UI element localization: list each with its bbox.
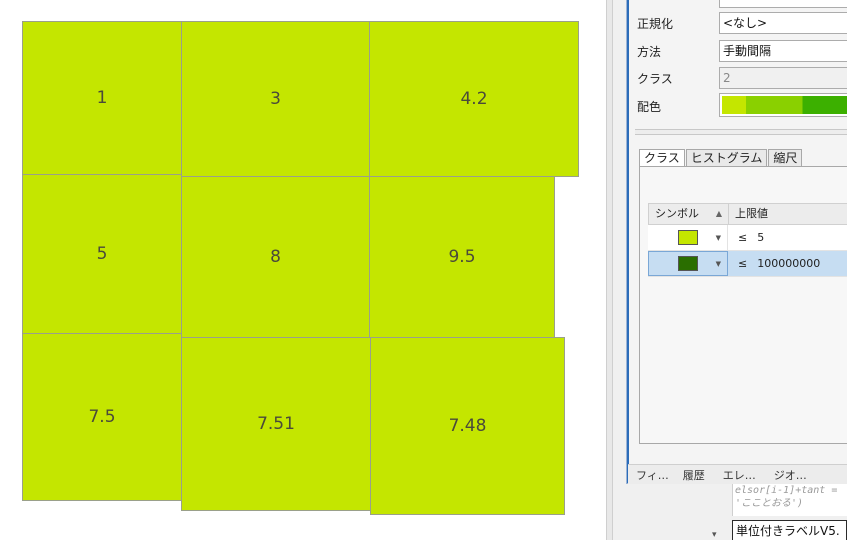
dock-tab-features[interactable]: フィ… — [636, 467, 669, 483]
map-polygon[interactable]: 1 — [22, 21, 182, 175]
upper-value-cell[interactable]: ≤ 5 — [728, 225, 764, 250]
class-table: シンボル ▲ 上限値 ▼ ≤ 5 ▼ ≤ 100000000 — [648, 203, 847, 277]
map-polygon[interactable]: 7.51 — [181, 337, 371, 511]
tab-scale[interactable]: 縮尺 — [768, 149, 803, 167]
color-scheme-label: 配色 — [637, 99, 662, 114]
map-polygon[interactable]: 9.5 — [369, 176, 555, 338]
color-ramp-preview — [722, 96, 847, 114]
tab-histogram[interactable]: ヒストグラム — [685, 149, 768, 167]
classes-tab-content: シンボル ▲ 上限値 ▼ ≤ 5 ▼ ≤ 100000000 — [639, 166, 847, 444]
classes-input[interactable]: 2 — [719, 67, 847, 89]
symbol-cell[interactable]: ▼ — [648, 251, 728, 276]
table-row[interactable]: ▼ ≤ 100000000 — [648, 251, 847, 277]
column-header-symbol[interactable]: シンボル ▲ — [649, 204, 729, 224]
sort-up-icon: ▲ — [715, 209, 722, 218]
map-polygon[interactable]: 8 — [181, 176, 370, 338]
chevron-down-icon[interactable]: ▾ — [712, 530, 717, 540]
symbology-pane: 正規化 <なし> 方法 手動間隔 クラス 2 配色 クラス ヒストグラム 縮尺 — [626, 0, 847, 484]
map-polygon[interactable]: 3 — [181, 21, 370, 177]
code-line: elsor[i-1]+tant = — [735, 485, 838, 496]
map-polygon[interactable]: 7.5 — [22, 333, 182, 501]
expression-editor[interactable]: elsor[i-1]+tant = 'こことおる') — [732, 484, 847, 516]
method-row: 方法 — [637, 40, 719, 62]
polygon-label: 4.2 — [460, 89, 488, 109]
section-splitter[interactable] — [635, 129, 847, 135]
dock-tab-strip: フィ… 履歴 エレ… ジオ… — [628, 464, 847, 484]
method-label: 方法 — [637, 44, 662, 59]
polygon-label: 8 — [270, 247, 281, 267]
map-polygon[interactable]: 4.2 — [369, 21, 579, 177]
classes-label: クラス — [637, 71, 673, 86]
less-equal-sign: ≤ — [738, 231, 748, 244]
dropdown-arrow-icon[interactable]: ▼ — [716, 234, 721, 242]
polygon-label: 7.51 — [257, 414, 295, 434]
upper-value: 100000000 — [757, 257, 821, 270]
column-header-symbol-label: シンボル — [655, 207, 699, 220]
symbol-cell[interactable]: ▼ — [648, 225, 728, 250]
method-select[interactable]: 手動間隔 — [719, 40, 847, 62]
polygon-label: 7.48 — [448, 416, 487, 436]
dock-tab-elements[interactable]: エレ… — [723, 467, 756, 483]
less-equal-sign: ≤ — [738, 257, 748, 270]
polygon-label: 7.5 — [88, 407, 116, 427]
pane-splitter[interactable] — [606, 0, 613, 540]
color-scheme-select[interactable] — [719, 93, 847, 117]
dropdown-arrow-icon[interactable]: ▼ — [716, 260, 721, 268]
symbology-pane-body: 正規化 <なし> 方法 手動間隔 クラス 2 配色 クラス ヒストグラム 縮尺 — [627, 0, 847, 483]
upper-value-cell[interactable]: ≤ 100000000 — [728, 251, 820, 276]
upper-value: 5 — [757, 231, 765, 244]
code-line: 'こことおる') — [735, 498, 804, 509]
class-table-header: シンボル ▲ 上限値 — [648, 203, 847, 225]
map-polygon[interactable]: 7.48 — [370, 337, 565, 515]
polygon-label: 3 — [270, 89, 281, 109]
polygon-label: 5 — [96, 244, 108, 264]
polygon-label: 9.5 — [448, 247, 476, 267]
polygon-label: 1 — [96, 88, 108, 108]
symbol-swatch[interactable] — [678, 256, 698, 271]
table-row[interactable]: ▼ ≤ 5 — [648, 225, 847, 251]
map-polygon[interactable]: 5 — [22, 174, 182, 334]
column-header-upper-value[interactable]: 上限値 — [729, 204, 847, 224]
symbology-tabs: クラス ヒストグラム 縮尺 — [639, 149, 803, 168]
label-class-field[interactable]: 単位付きラベルV5. — [732, 520, 847, 540]
map-view[interactable]: 1 3 4.2 5 8 9.5 7.5 7.51 7.48 — [0, 0, 606, 540]
top-field[interactable] — [719, 0, 847, 8]
dock-tab-geo[interactable]: ジオ… — [774, 467, 807, 483]
normalization-select[interactable]: <なし> — [719, 12, 847, 34]
normalization-label: 正規化 — [637, 16, 674, 31]
dock-tab-history[interactable]: 履歴 — [683, 467, 705, 483]
classes-row: クラス — [637, 67, 719, 89]
color-scheme-row: 配色 — [637, 95, 719, 117]
symbol-swatch[interactable] — [677, 230, 698, 245]
normalization-row: 正規化 — [637, 12, 719, 34]
